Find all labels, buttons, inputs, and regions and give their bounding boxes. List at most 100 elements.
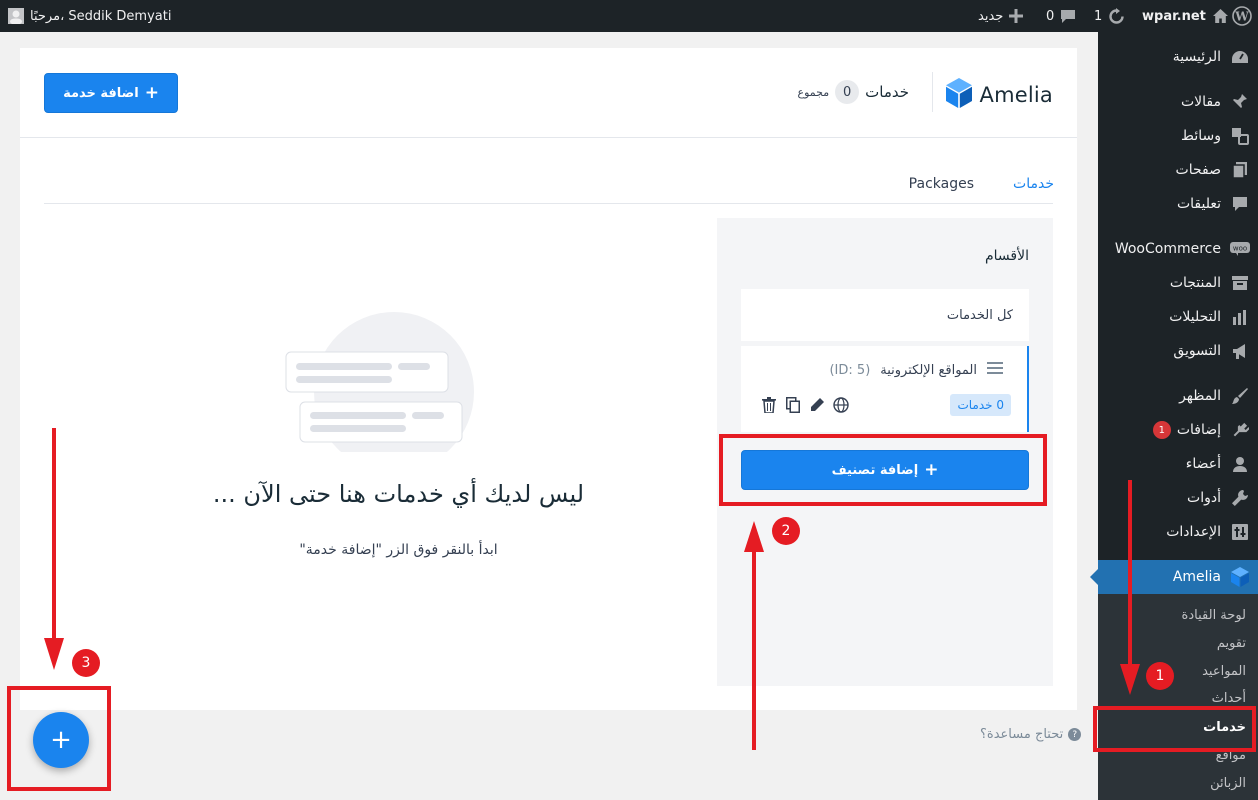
menu-item-products[interactable]: المنتجات: [1098, 266, 1258, 300]
submenu-dashboard[interactable]: لوحة القيادة: [1098, 602, 1258, 628]
categories-title: الأقسام: [985, 248, 1029, 264]
amelia-icon: [1230, 567, 1250, 587]
tab-services[interactable]: خدمات: [1013, 176, 1054, 192]
menu-item-appearance[interactable]: المظهر: [1098, 379, 1258, 413]
megaphone-icon: [1230, 341, 1250, 361]
menu-label: الرئيسية: [1172, 49, 1221, 65]
edit-icon[interactable]: [809, 396, 825, 414]
menu-item-pages[interactable]: صفحات: [1098, 153, 1258, 187]
admin-bar-comments[interactable]: 0: [1046, 0, 1076, 32]
annotation-number-1: 1: [1146, 662, 1174, 690]
admin-bar: مرحبًا، Seddik Demyati جديد 0 1 wpar.net…: [0, 0, 1258, 32]
tabs-divider: [44, 203, 1053, 204]
chart-icon: [1230, 307, 1250, 327]
menu-item-woocommerce[interactable]: woo WooCommerce: [1098, 232, 1258, 266]
menu-label: الإعدادات: [1166, 524, 1221, 540]
annotation-box-services-menu: [1093, 706, 1256, 752]
amelia-submenu: لوحة القيادة تقويم المواعيد أحداث خدمات …: [1098, 594, 1258, 800]
category-name-row: المواقع الإلكترونية (ID: 5): [829, 362, 1003, 378]
user-icon: [1230, 454, 1250, 474]
category-services-badge: 0 خدمات: [950, 394, 1011, 416]
category-actions: [761, 396, 849, 414]
menu-label: التسويق: [1173, 343, 1221, 359]
admin-bar-account[interactable]: مرحبًا، Seddik Demyati: [8, 0, 171, 32]
plugin-icon: [1230, 420, 1250, 440]
submenu-calendar[interactable]: تقويم: [1098, 630, 1258, 656]
site-name: wpar.net: [1142, 8, 1206, 24]
menu-item-plugins[interactable]: إضافات 1: [1098, 413, 1258, 447]
services-page-card: Amelia خدمات 0 مجموع + اضافة خدمة خدمات …: [20, 48, 1077, 710]
help-link[interactable]: ? تحتاج مساعدة؟: [980, 727, 1082, 742]
menu-item-comments[interactable]: تعليقات: [1098, 187, 1258, 221]
menu-item-posts[interactable]: مقالات: [1098, 85, 1258, 119]
menu-item-amelia[interactable]: Amelia: [1090, 560, 1258, 594]
page-title: خدمات 0 مجموع: [798, 80, 909, 104]
submenu-appointments[interactable]: المواعيد: [1098, 658, 1258, 684]
menu-label: وسائط: [1181, 128, 1221, 144]
duplicate-icon[interactable]: [785, 396, 801, 414]
menu-label: صفحات: [1175, 162, 1221, 178]
add-service-label: اضافة خدمة: [63, 85, 139, 101]
refresh-icon: [1108, 7, 1125, 25]
annotation-box-fab: [7, 686, 111, 791]
category-card[interactable]: المواقع الإلكترونية (ID: 5) 0 خدمات: [741, 346, 1029, 432]
menu-item-marketing[interactable]: التسويق: [1098, 334, 1258, 368]
drag-handle-icon[interactable]: [987, 362, 1003, 378]
menu-item-analytics[interactable]: التحليلات: [1098, 300, 1258, 334]
avatar: [8, 8, 24, 24]
archive-icon: [1230, 273, 1250, 293]
page-title-text: خدمات: [865, 83, 909, 101]
settings-icon: [1230, 522, 1250, 542]
submenu-customers[interactable]: الزبائن: [1098, 770, 1258, 796]
category-all-services[interactable]: كل الخدمات: [741, 289, 1029, 341]
logo-text: Amelia: [979, 83, 1053, 107]
media-icon: [1230, 126, 1250, 146]
menu-label: المظهر: [1179, 388, 1221, 404]
menu-item-users[interactable]: أعضاء: [1098, 447, 1258, 481]
menu-item-settings[interactable]: الإعدادات: [1098, 515, 1258, 549]
total-label: مجموع: [797, 85, 830, 99]
home-icon: [1212, 8, 1229, 24]
menu-label: Amelia: [1172, 569, 1221, 585]
pin-icon: [1230, 92, 1250, 112]
menu-label: إضافات: [1176, 422, 1221, 438]
wordpress-logo[interactable]: W: [1232, 0, 1252, 32]
category-id: (ID: 5): [829, 362, 871, 378]
globe-icon[interactable]: [833, 396, 849, 414]
admin-bar-site[interactable]: wpar.net: [1142, 0, 1229, 32]
menu-item-dashboard[interactable]: الرئيسية: [1098, 40, 1258, 74]
admin-bar-updates[interactable]: 1: [1094, 0, 1125, 32]
menu-label: مقالات: [1180, 94, 1221, 110]
admin-sidebar: الرئيسية مقالات وسائط صفحات تعليقات woo …: [1090, 32, 1258, 800]
dashboard-icon: [1230, 47, 1250, 67]
menu-label: المنتجات: [1169, 275, 1221, 291]
admin-bar-new[interactable]: جديد: [978, 0, 1024, 32]
menu-label: التحليلات: [1169, 309, 1221, 325]
menu-label: تعليقات: [1176, 196, 1221, 212]
menu-item-tools[interactable]: أدوات: [1098, 481, 1258, 515]
menu-item-media[interactable]: وسائط: [1098, 119, 1258, 153]
page-header: Amelia خدمات 0 مجموع + اضافة خدمة: [20, 48, 1077, 138]
annotation-number-2: 2: [772, 517, 800, 545]
menu-label: أدوات: [1187, 490, 1221, 506]
annotation-number-3: 3: [72, 649, 100, 677]
plugins-update-badge: 1: [1152, 421, 1171, 439]
user-greeting: مرحبًا، Seddik Demyati: [30, 8, 172, 24]
svg-text:woo: woo: [1233, 245, 1247, 253]
services-count: 0: [835, 80, 860, 104]
tab-packages[interactable]: Packages: [909, 176, 974, 192]
add-service-button[interactable]: + اضافة خدمة: [44, 73, 178, 113]
plus-icon: [1009, 9, 1024, 23]
empty-state-subtitle: ابدأ بالنقر فوق الزر "إضافة خدمة": [299, 542, 498, 558]
updates-count: 1: [1094, 8, 1103, 24]
wrench-icon: [1230, 488, 1250, 508]
menu-label: أعضاء: [1185, 456, 1221, 472]
menu-label: WooCommerce: [1114, 241, 1221, 257]
woocommerce-icon: woo: [1230, 239, 1250, 259]
trash-icon[interactable]: [761, 396, 777, 414]
amelia-logo-icon: [945, 78, 972, 112]
pages-icon: [1230, 160, 1250, 180]
svg-text:W: W: [1234, 10, 1249, 24]
plus-icon: +: [144, 82, 159, 103]
empty-state-illustration: [282, 312, 482, 472]
